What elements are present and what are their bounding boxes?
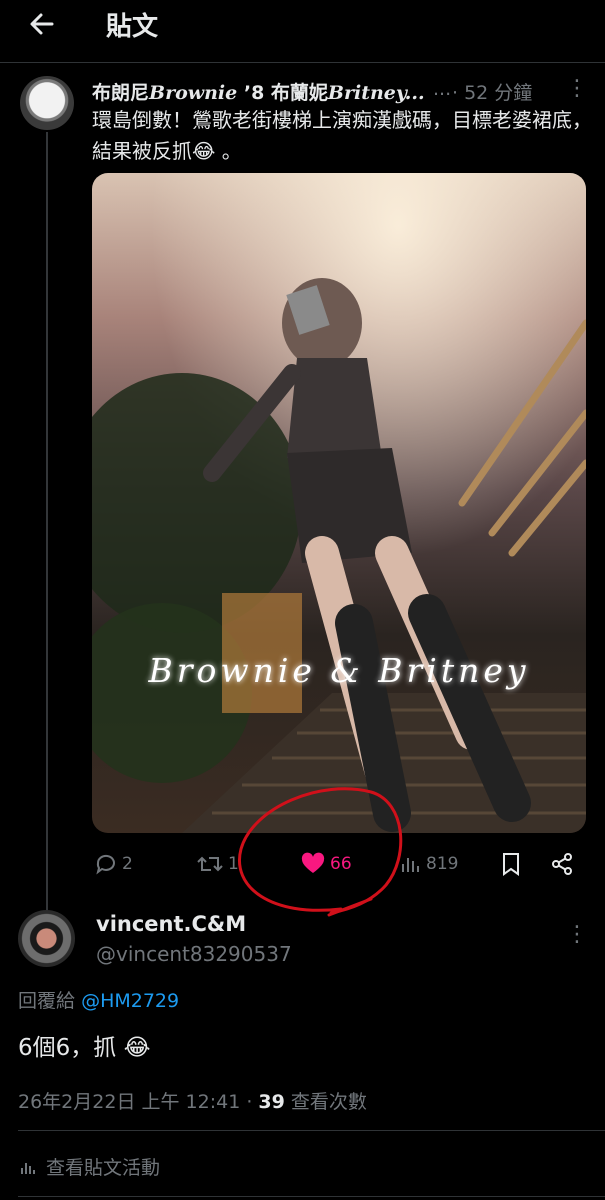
replier-handle[interactable]: @vincent83290537	[96, 942, 292, 966]
tweet-photo[interactable]: Brownie & Britney	[92, 173, 586, 833]
author-name-part: 布朗尼	[92, 82, 150, 104]
reply-text: 6個6，抓 😂	[18, 1035, 151, 1061]
post-activity-link[interactable]: 查看貼文活動	[18, 1153, 160, 1180]
tweet-text: 環島倒數！鶯歌老街樓梯上演痴漢戲碼，目標老婆裙底，結果被反抓😂 。	[92, 108, 592, 163]
more-options-icon[interactable]: ⋮	[566, 76, 588, 101]
analytics-icon	[21, 1162, 35, 1174]
more-options-icon[interactable]: ⋮	[566, 922, 588, 947]
post-activity-label: 查看貼文活動	[46, 1157, 161, 1179]
reply-icon	[96, 854, 115, 875]
reply-button[interactable]: 2	[94, 850, 133, 878]
thread-connector	[46, 132, 48, 912]
views-button[interactable]: 819	[398, 850, 458, 878]
share-icon	[552, 853, 572, 875]
author-name-part: Brownie	[149, 82, 238, 104]
top-bar	[0, 0, 605, 52]
photo-watermark: Brownie & Britney	[148, 651, 530, 690]
views-label: 查看次數	[284, 1091, 367, 1113]
reply-to-line: 回覆給 @HM2729	[18, 986, 179, 1013]
annotation-circle	[238, 787, 403, 917]
reply-to-handle-link[interactable]: @HM2729	[81, 990, 179, 1012]
replier-name[interactable]: vincent.C&M	[96, 912, 246, 936]
back-arrow-icon[interactable]	[24, 6, 60, 42]
views-count: 39	[258, 1091, 285, 1113]
reply-count: 2	[122, 854, 133, 874]
post-time[interactable]: · 52 分鐘	[452, 78, 532, 105]
author-name-part: Britney...	[327, 82, 425, 104]
page-title: 貼文	[106, 12, 159, 42]
retweet-icon	[197, 856, 223, 872]
timestamp: 26年2月22日 上午 12:41 ·	[18, 1091, 259, 1113]
timestamp-line: 26年2月22日 上午 12:41 · 39 查看次數	[18, 1087, 367, 1114]
view-count: 819	[426, 854, 459, 874]
author-avatar[interactable]	[20, 76, 74, 130]
divider	[18, 1196, 605, 1197]
bookmark-button[interactable]	[500, 850, 522, 878]
name-ellipsis: ...	[433, 78, 452, 100]
bookmark-icon	[503, 853, 519, 876]
divider	[18, 1130, 605, 1131]
reply-to-label: 回覆給	[18, 990, 76, 1012]
author-name-part: ’8 布蘭妮	[237, 82, 328, 104]
share-button[interactable]	[550, 850, 574, 878]
author-name[interactable]: 布朗尼Brownie ’8 布蘭妮Britney...	[92, 78, 425, 105]
divider	[0, 62, 605, 63]
replier-avatar[interactable]	[18, 910, 75, 967]
